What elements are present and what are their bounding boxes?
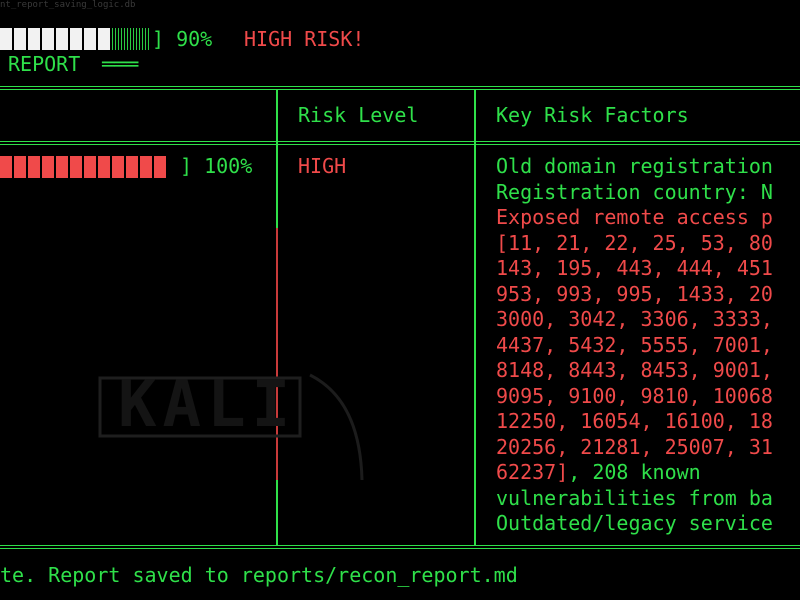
progress-shade	[112, 28, 150, 50]
table-top-border	[0, 86, 800, 90]
header-risk-level: Risk Level	[298, 103, 419, 127]
watermark-text: KALI	[118, 368, 297, 442]
risk-score-bar	[0, 156, 168, 178]
dragon-tail-icon	[309, 373, 364, 481]
factor-line: Old domain registration	[496, 154, 773, 178]
factor-line-red: Exposed remote access p	[496, 205, 773, 229]
factor-line-red: 12250, 16054, 16100, 18	[496, 409, 773, 433]
column-divider-1-highlight	[276, 228, 278, 480]
factor-line: Outdated/legacy service	[496, 511, 773, 535]
header-key-risk-factors: Key Risk Factors	[496, 103, 689, 127]
factor-line-mixed: 62237], 208 known	[496, 460, 701, 486]
factor-line-red: 8148, 8443, 8453, 9001,	[496, 358, 773, 382]
factor-line-red: 9095, 9100, 9810, 10068	[496, 383, 773, 408]
report-header-rule: ═══	[102, 52, 139, 76]
risk-alert-label: HIGH RISK!	[244, 27, 365, 51]
risk-level-value: HIGH	[298, 154, 347, 178]
report-header-label: REPORT	[8, 52, 81, 76]
factor-line: Registration country: N	[496, 179, 773, 204]
table-header-divider	[0, 141, 800, 145]
progress-percent: ] 90%	[152, 27, 213, 51]
ports-end: 62237]	[496, 460, 569, 484]
factor-line-red: 143, 195, 443, 444, 451	[496, 256, 773, 280]
vuln-count: , 208 known	[568, 460, 701, 484]
factor-line: vulnerabilities from ba	[496, 485, 773, 510]
factor-line-red: 3000, 3042, 3306, 3333,	[496, 307, 773, 331]
scan-progress-bar	[0, 28, 150, 50]
factor-line-red: 953, 993, 995, 1433, 20	[496, 281, 773, 306]
top-faint-text: nt_report_saving_logic.db	[0, 0, 136, 10]
column-divider-2	[474, 90, 476, 545]
factor-line-red: 4437, 5432, 5555, 7001,	[496, 332, 773, 357]
factor-line-red: [11, 21, 22, 25, 53, 80	[496, 230, 773, 255]
factor-line-red: 20256, 21281, 25007, 31	[496, 434, 773, 459]
risk-score-percent: ] 100%	[180, 154, 253, 178]
status-footer: te. Report saved to reports/recon_report…	[0, 563, 518, 587]
table-bottom-border	[0, 545, 800, 549]
